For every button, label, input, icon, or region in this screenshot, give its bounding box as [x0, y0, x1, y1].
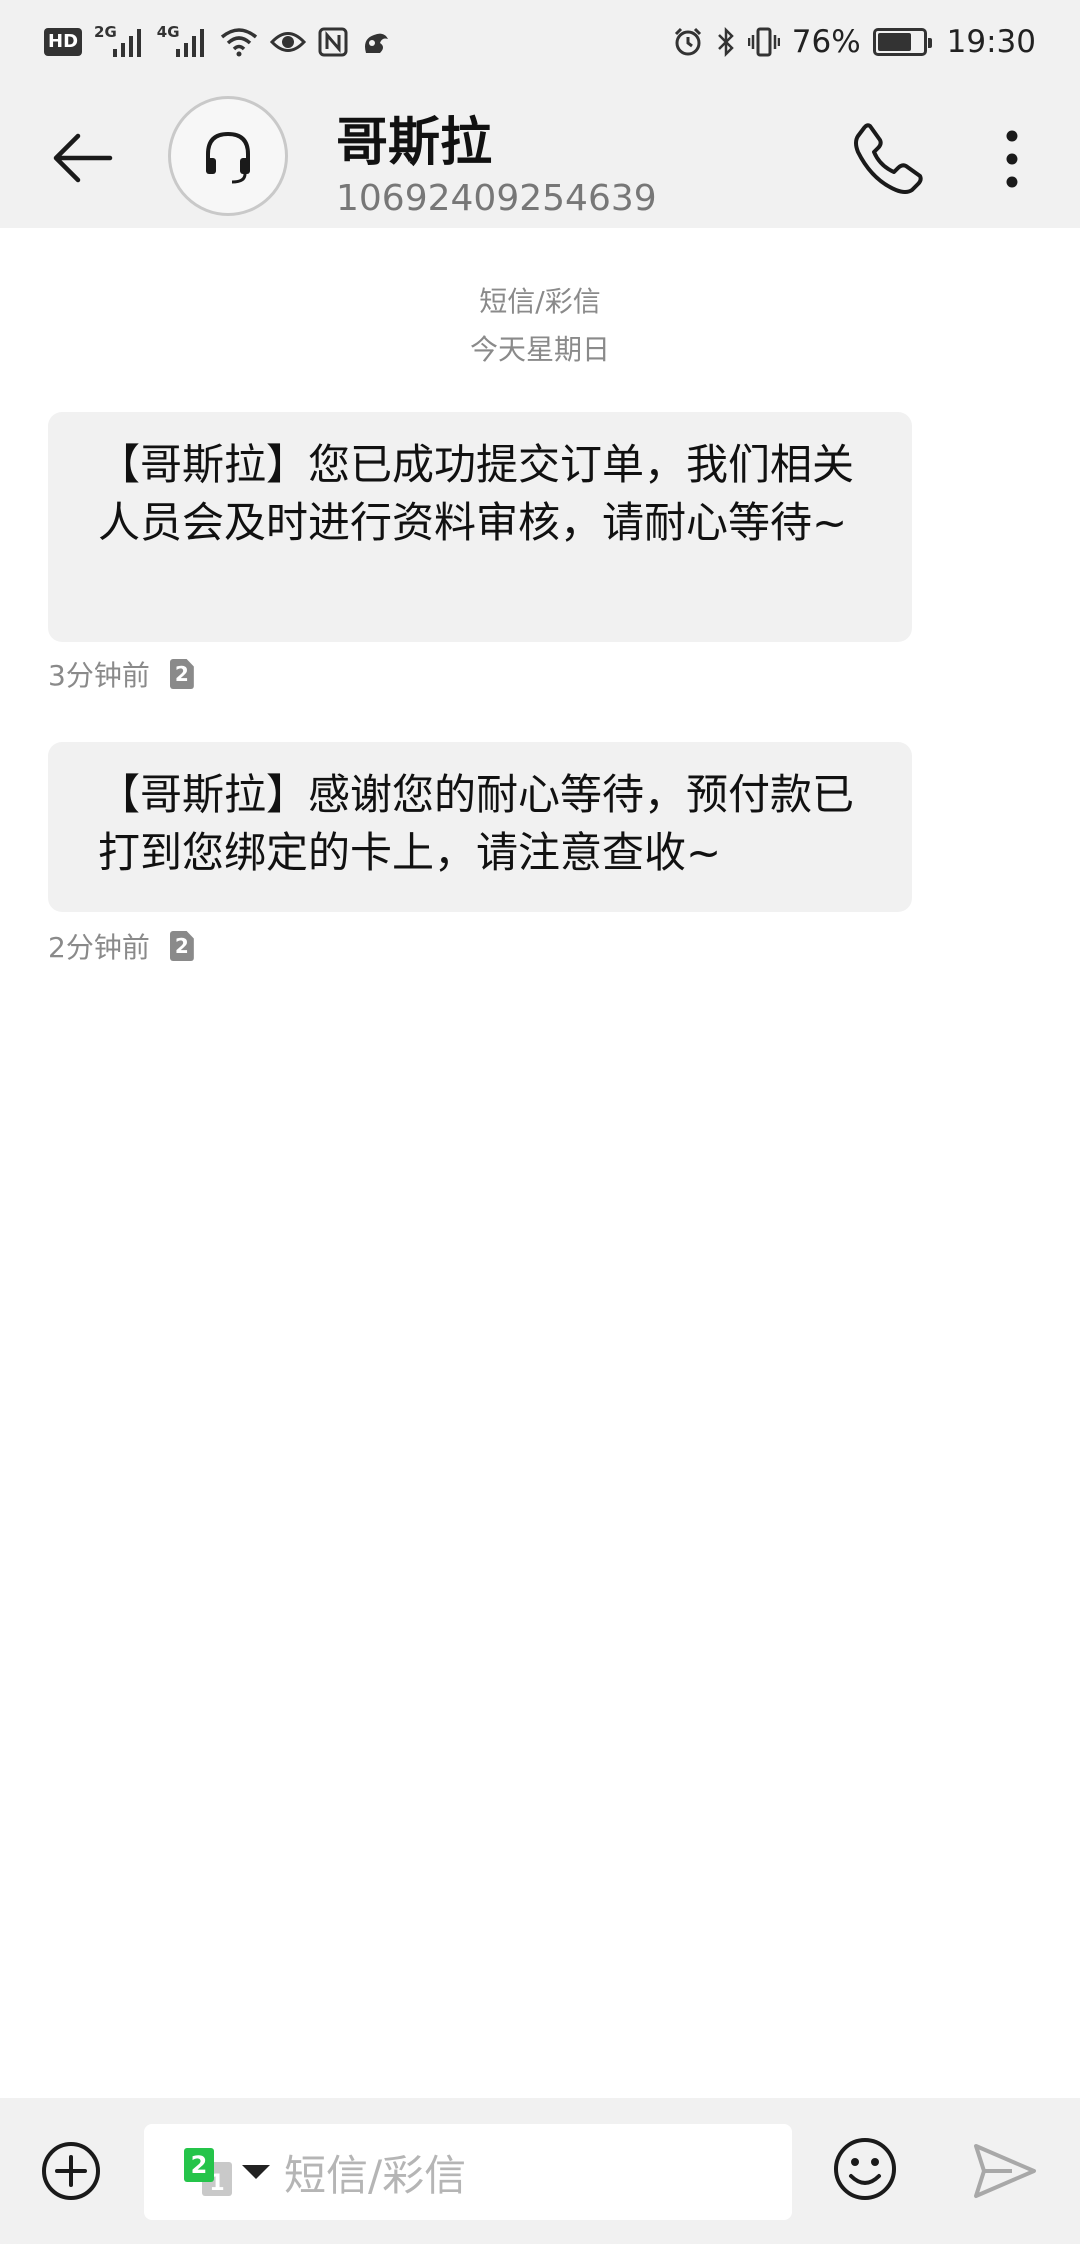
- message-input[interactable]: 1 2 短信/彩信: [144, 2124, 792, 2220]
- network-4g-label: 4G: [156, 23, 180, 41]
- message-bubble[interactable]: 【哥斯拉】感谢您的耐心等待，预付款已打到您绑定的卡上，请注意查收~: [48, 742, 912, 912]
- send-icon: [974, 2144, 1036, 2198]
- status-time: 19:30: [946, 24, 1036, 60]
- phone-icon: [854, 123, 923, 194]
- message-time: 2分钟前: [48, 931, 150, 964]
- message-bubble[interactable]: 【哥斯拉】您已成功提交订单，我们相关人员会及时进行资料审核，请耐心等待~: [48, 412, 912, 642]
- nfc-icon: [318, 25, 348, 59]
- message-type-label: 短信/彩信: [479, 285, 601, 318]
- sim-card-icon: 2: [169, 659, 194, 689]
- hd-icon: HD: [44, 28, 83, 56]
- contact-number: 10692409254639: [336, 178, 657, 219]
- message-meta: 2分钟前 2: [48, 926, 194, 966]
- vibrate-icon: [747, 25, 780, 59]
- input-placeholder: 短信/彩信: [284, 2150, 467, 2200]
- back-button[interactable]: [48, 122, 120, 194]
- message-time: 3分钟前: [48, 659, 150, 692]
- network-2g-label: 2G: [94, 23, 117, 41]
- add-attachment-button[interactable]: [40, 2140, 102, 2202]
- message-composer: 1 2 短信/彩信: [0, 2098, 1080, 2244]
- eye-icon: [269, 25, 306, 59]
- more-options-button[interactable]: [990, 124, 1034, 194]
- chevron-down-icon[interactable]: [242, 2165, 270, 2179]
- day-label: 今天星期日: [469, 333, 610, 366]
- call-button[interactable]: [850, 120, 926, 196]
- battery-percent: 76%: [791, 24, 861, 60]
- battery-icon: [872, 28, 932, 56]
- signal-2g-icon: 2G: [94, 23, 145, 59]
- thread-meta: 短信/彩信 今天星期日: [0, 278, 1080, 374]
- battery-level-fill: [877, 33, 912, 51]
- headset-icon: [206, 131, 250, 184]
- status-bar-left: HD 2G 4G: [44, 23, 392, 59]
- bluetooth-icon: [716, 25, 736, 59]
- status-bar: HD 2G 4G 76% 19:30: [0, 0, 1080, 84]
- message-text: 【哥斯拉】感谢您的耐心等待，预付款已打到您绑定的卡上，请注意查收~: [98, 770, 855, 877]
- add-icon: [42, 2142, 100, 2200]
- alarm-icon: [672, 25, 704, 59]
- back-arrow-icon: [53, 133, 113, 183]
- emoji-icon: [834, 2138, 896, 2200]
- emoji-button[interactable]: [832, 2136, 898, 2202]
- wifi-icon: [220, 25, 258, 59]
- signal-4g-icon: 4G: [156, 23, 208, 59]
- contact-name: 哥斯拉: [336, 113, 493, 173]
- sim-card-icon: 2: [169, 931, 194, 961]
- conversation-header: 哥斯拉 10692409254639: [0, 84, 1080, 228]
- sim-front-badge: 2: [184, 2148, 214, 2182]
- send-button[interactable]: [972, 2142, 1038, 2200]
- avatar[interactable]: [168, 96, 288, 216]
- squirrel-icon: [360, 25, 392, 59]
- sim-switch-icon[interactable]: 1 2: [180, 2146, 236, 2198]
- message-text: 【哥斯拉】您已成功提交订单，我们相关人员会及时进行资料审核，请耐心等待~: [98, 440, 855, 547]
- message-meta: 3分钟前 2: [48, 654, 194, 694]
- more-vertical-icon: [1006, 130, 1018, 188]
- status-bar-right: 76% 19:30: [672, 24, 1036, 60]
